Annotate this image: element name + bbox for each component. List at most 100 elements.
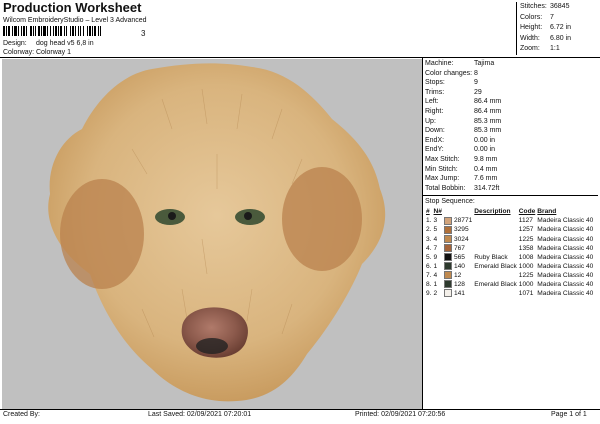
stop-code: 1000: [518, 280, 534, 288]
machine-stat-label: EndY:: [425, 146, 444, 154]
colorway-label: Colorway:: [3, 49, 35, 56]
machine-stat-label: Left:: [425, 98, 439, 106]
stop-description: [473, 271, 518, 280]
color-swatch: [443, 225, 452, 234]
machine-stat-label: Down:: [425, 127, 445, 135]
machine-stat-label: Max Jump:: [425, 175, 460, 183]
machine-stat-row: EndY: 0.00 in: [423, 145, 598, 155]
color-swatch: [443, 271, 452, 280]
stop-num: 2.: [426, 226, 432, 234]
design-label: Design:: [3, 40, 27, 47]
dog-head-embroidery-image: [48, 63, 386, 402]
stat-label: Zoom:: [520, 45, 540, 52]
stat-label: Stitches:: [520, 3, 547, 10]
stop-row: 2. 5 3295 1257 Madeira Classic 40: [425, 225, 594, 234]
machine-stat-label: Min Stitch:: [425, 165, 458, 173]
stop-brand: Madeira Classic 40: [537, 226, 594, 234]
machine-stat-value: 9: [474, 79, 478, 87]
stop-needle: 1: [433, 262, 438, 270]
last-saved: Last Saved: 02/09/2021 07:20:01: [148, 411, 252, 418]
stop-row: 6. 1 140 Emerald Black 1000 Madeira Classic 4…: [425, 262, 594, 271]
stat-label: Colors:: [520, 13, 543, 21]
stop-symbol: 3295: [453, 226, 469, 234]
machine-stat-value: 0.4 mm: [474, 165, 498, 173]
stop-needle: 3: [433, 217, 438, 225]
color-swatch: [443, 243, 452, 252]
stop-description: [473, 216, 518, 225]
col-sym: [453, 207, 473, 216]
design-value: dog head v5 6,8 in: [36, 40, 94, 47]
stat-value: 1:1: [550, 45, 560, 52]
stop-num: 1.: [426, 217, 432, 225]
machine-stat-label: Right:: [425, 107, 444, 115]
stop-num: 7.: [426, 271, 432, 279]
stop-needle: 7: [433, 244, 438, 252]
stop-code: 1127: [518, 217, 533, 225]
stop-code: 1358: [518, 244, 534, 252]
stop-symbol: 767: [453, 244, 465, 252]
barcode-suffix: 3: [141, 29, 146, 38]
machine-stat-label: EndX:: [425, 136, 445, 144]
machine-stat-value: 0.00 in: [474, 146, 496, 154]
color-swatch: [443, 289, 452, 298]
machine-stat-value: 8: [474, 69, 478, 77]
stop-description: [473, 289, 518, 298]
stop-num: 9.: [426, 290, 432, 298]
worksheet-title: Production Worksheet: [3, 0, 142, 15]
machine-stat-value: 86.4 mm: [474, 98, 502, 106]
stop-brand: Madeira Classic 40: [537, 271, 594, 279]
footer-divider: [0, 409, 600, 410]
stop-symbol: 565: [453, 253, 465, 261]
left-ear: [60, 179, 144, 289]
stat-label: Width:: [520, 34, 540, 42]
left-pupil: [168, 212, 176, 220]
stop-num: 8.: [426, 280, 432, 288]
machine-stat-value: 86.4 mm: [474, 107, 502, 115]
stop-code: 1071: [518, 290, 534, 298]
stop-description: Emerald Black: [474, 262, 517, 270]
stop-brand: Madeira Classic 40: [537, 280, 594, 288]
stop-row: 8. 1 128 Emerald Black 1000 Madeira Classic 4…: [425, 280, 594, 289]
stop-brand: Madeira Classic 40: [537, 253, 594, 261]
right-pupil: [244, 212, 252, 220]
stop-symbol: 3024: [453, 235, 469, 243]
color-swatch: [443, 280, 452, 289]
printed-date: Printed: 02/09/2021 07:20:56: [355, 411, 446, 418]
stat-label: Height:: [520, 24, 543, 31]
stat-row: Colors: 7: [517, 13, 599, 24]
stop-description: [473, 244, 518, 253]
stop-symbol: 28771: [453, 217, 473, 225]
col-num: #: [426, 208, 430, 216]
machine-stat-label: Total Bobbin:: [425, 184, 466, 192]
stat-row: Height: 6.72 in: [517, 23, 599, 34]
stop-brand: Madeira Classic 40: [537, 235, 594, 243]
stop-code: 1257: [518, 226, 534, 234]
stop-needle: 4: [433, 271, 438, 279]
machine-stat-row: Min Stitch: 0.4 mm: [423, 165, 598, 175]
stat-row: Zoom: 1:1: [517, 44, 599, 55]
stop-num: 6.: [426, 262, 432, 270]
stop-num: 5.: [426, 253, 432, 261]
stop-swatch: [443, 262, 453, 271]
barcode: [3, 26, 140, 36]
stop-sequence-title: Stop Sequence:: [425, 198, 475, 206]
stop-swatch: [443, 289, 453, 298]
machine-stat-value: 29: [474, 88, 482, 96]
machine-stat-row: Up: 85.3 mm: [423, 117, 598, 127]
machine-stat-row: Max Jump: 7.6 mm: [423, 174, 598, 184]
col-n: N#: [433, 208, 442, 216]
stop-row: 1. 3 28771 1127 Madeira Classic 40: [425, 216, 594, 225]
stop-needle: 9: [433, 253, 438, 261]
stat-row: Width: 6.80 in: [517, 34, 599, 45]
header-divider: [0, 57, 600, 58]
stop-symbol: 12: [453, 271, 462, 279]
page-number: Page 1 of 1: [551, 411, 587, 418]
machine-stat-row: Right: 86.4 mm: [423, 107, 598, 117]
stop-swatch: [443, 216, 453, 225]
machine-stat-row: Stops: 9: [423, 78, 598, 88]
stop-needle: 4: [433, 235, 438, 243]
design-preview: [2, 59, 422, 409]
stop-needle: 1: [433, 280, 438, 288]
machine-stat-row: Total Bobbin: 314.72ft: [423, 184, 598, 194]
stop-row: 4. 7 767 1358 Madeira Classic 40: [425, 243, 594, 253]
